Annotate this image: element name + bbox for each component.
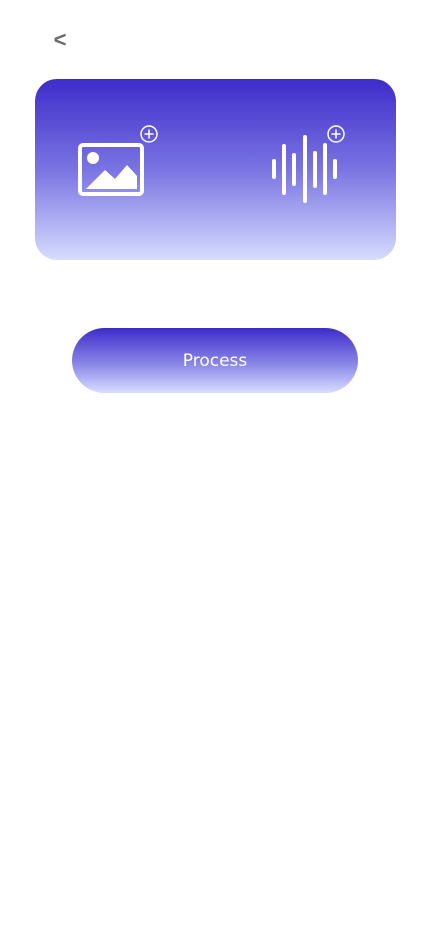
image-add-icon — [78, 125, 158, 196]
process-button[interactable]: Process — [72, 328, 358, 393]
back-button[interactable]: < — [46, 24, 74, 56]
add-audio-button[interactable] — [269, 123, 349, 207]
add-image-button[interactable] — [77, 123, 161, 199]
upload-card — [35, 79, 396, 260]
audio-waveform-add-icon — [272, 125, 345, 203]
